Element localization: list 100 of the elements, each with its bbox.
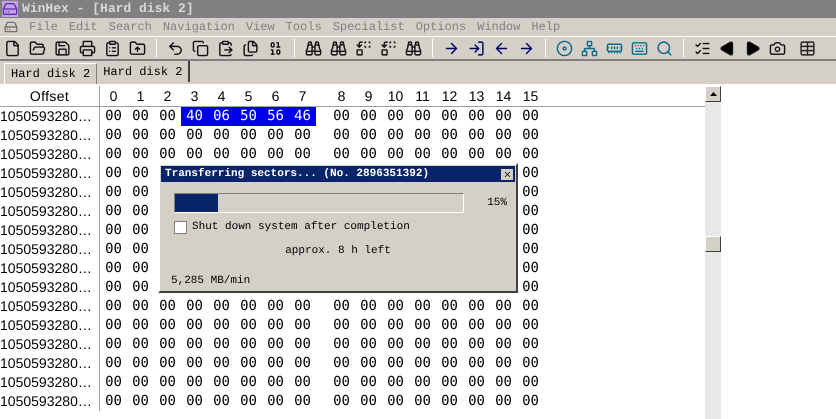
open-folder-icon[interactable] (29, 40, 46, 56)
binoculars-icon[interactable] (405, 40, 422, 56)
hex-cell[interactable]: 00 (360, 125, 377, 146)
hex-cell[interactable]: 00 (132, 125, 149, 146)
hex-cell[interactable]: 00 (495, 125, 512, 146)
hex-cell[interactable]: 00 (267, 296, 284, 317)
hex-cell[interactable]: 00 (105, 239, 122, 260)
hex-cell[interactable]: 00 (132, 296, 149, 317)
hex-cell[interactable]: 00 (132, 391, 149, 412)
hex-cell[interactable]: 00 (387, 144, 404, 165)
hex-cell[interactable]: 00 (105, 258, 122, 279)
hex-cell[interactable]: 00 (441, 125, 458, 146)
hex-cell[interactable]: 00 (186, 334, 203, 355)
hex-cell[interactable]: 00 (522, 144, 539, 165)
hex-cell[interactable]: 00 (414, 353, 431, 374)
hex-cell[interactable]: 00 (468, 372, 485, 393)
hex-cell[interactable]: 00 (468, 106, 485, 127)
hex-cell[interactable]: 00 (294, 372, 311, 393)
hex-cell[interactable]: 00 (105, 334, 122, 355)
hex-cell[interactable]: 00 (186, 315, 203, 336)
hex-cell[interactable]: 00 (186, 125, 203, 146)
hex-cell[interactable]: 00 (522, 258, 539, 279)
hex-cell[interactable]: 00 (441, 144, 458, 165)
scroll-up-button[interactable] (705, 86, 721, 102)
hex-cell[interactable]: 00 (159, 391, 176, 412)
hex-cell[interactable]: 00 (105, 163, 122, 184)
hex-cell[interactable]: 00 (159, 353, 176, 374)
hex-cell[interactable]: 00 (294, 296, 311, 317)
hex-cell[interactable]: 00 (522, 296, 539, 317)
checkbox[interactable] (174, 220, 187, 234)
hex-cell[interactable]: 00 (240, 391, 257, 412)
hex-cell[interactable]: 00 (387, 315, 404, 336)
hex-cell[interactable]: 00 (333, 125, 350, 146)
close-button[interactable] (501, 168, 513, 180)
hex-cell[interactable]: 00 (414, 334, 431, 355)
hex-cell[interactable]: 00 (522, 277, 539, 298)
hex-cell[interactable]: 00 (213, 334, 230, 355)
hex-cell[interactable]: 00 (213, 315, 230, 336)
hex-cell[interactable]: 00 (468, 315, 485, 336)
hex-cell[interactable]: 00 (468, 391, 485, 412)
hex-cell[interactable]: 00 (159, 315, 176, 336)
hex-cell[interactable]: 00 (294, 353, 311, 374)
hex-cell[interactable]: 00 (333, 315, 350, 336)
hex-cell[interactable]: 00 (159, 106, 176, 127)
hex-cell[interactable]: 00 (387, 372, 404, 393)
hex-cell[interactable]: 00 (387, 391, 404, 412)
hex-cell[interactable]: 00 (132, 182, 149, 203)
hex-cell[interactable]: 00 (333, 353, 350, 374)
hex-cell[interactable]: 00 (360, 296, 377, 317)
hex-cell[interactable]: 00 (240, 372, 257, 393)
hex-cell[interactable]: 00 (159, 144, 176, 165)
hex-cell[interactable]: 00 (267, 315, 284, 336)
hex-cell[interactable]: 00 (468, 296, 485, 317)
keyboard-icon[interactable] (631, 40, 648, 56)
hex-cell[interactable]: 00 (495, 144, 512, 165)
hex-cell[interactable]: 00 (522, 125, 539, 146)
hex-cell[interactable]: 00 (267, 334, 284, 355)
hex-cell[interactable]: 00 (267, 353, 284, 374)
hex-cell[interactable]: 00 (414, 296, 431, 317)
hex-cell[interactable]: 00 (132, 201, 149, 222)
save-icon[interactable] (54, 40, 71, 56)
hex-cell[interactable]: 00 (387, 125, 404, 146)
scroll-thumb[interactable] (705, 236, 721, 252)
hex-cell[interactable]: 00 (159, 125, 176, 146)
hex-cell[interactable]: 00 (105, 391, 122, 412)
hex-cell[interactable]: 00 (387, 106, 404, 127)
hex-cell[interactable]: 00 (186, 296, 203, 317)
hex-cell[interactable]: 00 (387, 334, 404, 355)
triangle-right-icon[interactable] (744, 40, 761, 56)
hex-cell[interactable]: 00 (132, 258, 149, 279)
properties-icon[interactable] (104, 40, 121, 56)
table-icon[interactable] (799, 40, 816, 56)
hex-cell[interactable]: 00 (294, 125, 311, 146)
hex-cell[interactable]: 00 (240, 296, 257, 317)
hex-cell[interactable]: 00 (267, 372, 284, 393)
hex-cell[interactable]: 00 (414, 372, 431, 393)
hex-cell[interactable]: 00 (213, 372, 230, 393)
hex-cell[interactable]: 00 (240, 125, 257, 146)
hex-cell[interactable]: 00 (105, 125, 122, 146)
hex-cell[interactable]: 00 (267, 144, 284, 165)
disc-icon[interactable] (556, 40, 573, 56)
printer-icon[interactable] (79, 40, 96, 56)
binoculars-icon[interactable] (330, 40, 347, 56)
camera-icon[interactable] (769, 40, 786, 56)
drive-icon[interactable] (4, 20, 18, 34)
hex-cell[interactable]: 00 (159, 334, 176, 355)
files-icon[interactable] (242, 40, 259, 56)
hex-cell[interactable]: 00 (294, 334, 311, 355)
hex-cell[interactable]: 00 (240, 315, 257, 336)
enter-icon[interactable] (468, 40, 485, 56)
hex-cell[interactable]: 00 (522, 220, 539, 241)
hex-cell[interactable]: 00 (186, 353, 203, 374)
hex-cell[interactable]: 00 (294, 391, 311, 412)
hex-cell[interactable]: 00 (132, 334, 149, 355)
hex-cell[interactable]: 00 (522, 201, 539, 222)
hex-cell[interactable]: 00 (522, 334, 539, 355)
hex-cell[interactable]: 00 (132, 372, 149, 393)
hex-cell[interactable]: 00 (105, 353, 122, 374)
hex-cell[interactable]: 00 (495, 106, 512, 127)
hex-cell[interactable]: 00 (213, 391, 230, 412)
